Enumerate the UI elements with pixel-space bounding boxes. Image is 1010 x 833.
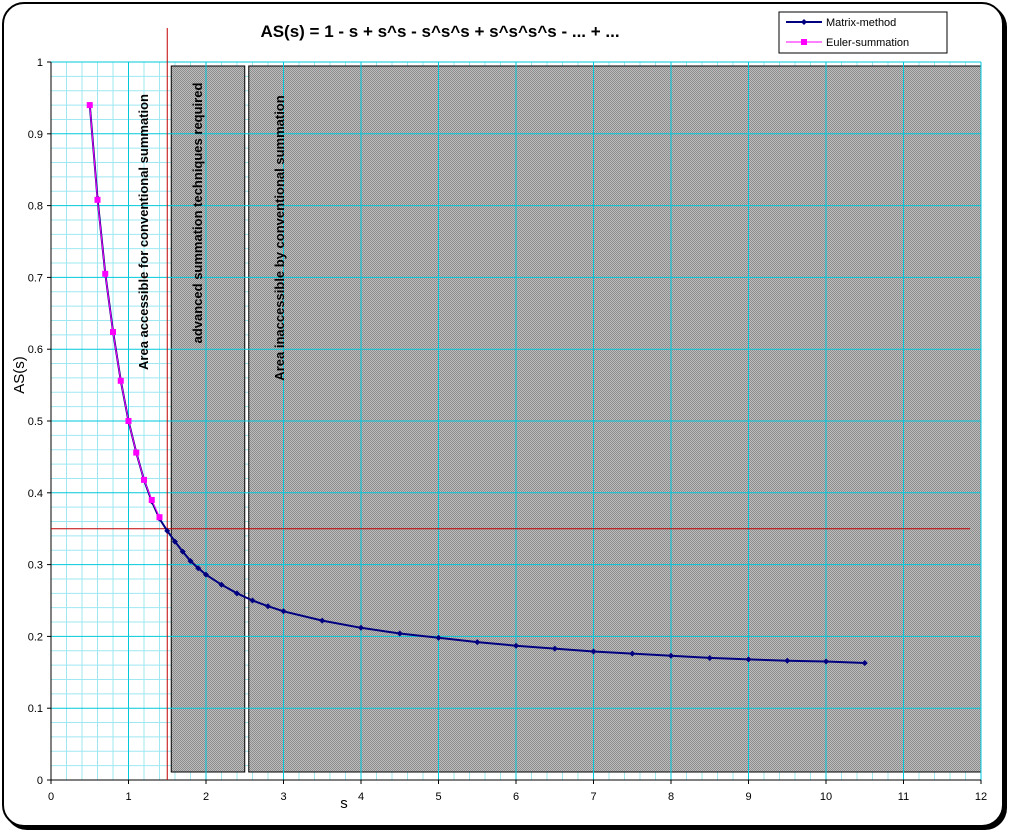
chart-svg: 0 1 2 3 4 5 6 7 8 9 10 11 1200.10.20.30.40.50.60.70.… xyxy=(11,11,987,812)
chart-title: AS(s) = 1 - s + s^s - s^s^s + s^s^s^s - … xyxy=(260,22,619,41)
data-point-euler xyxy=(156,514,163,521)
x-tick-label: 0 xyxy=(48,791,54,803)
x-tick-label: 5 xyxy=(435,791,441,803)
x-tick-label: 3 xyxy=(280,791,286,803)
shaded-region-2 xyxy=(248,65,982,773)
data-point-euler xyxy=(148,496,155,503)
legend-label-matrix: Matrix-method xyxy=(826,17,896,29)
x-tick-label: 1 xyxy=(125,791,131,803)
data-point-euler xyxy=(125,418,132,424)
legend-marker-euler xyxy=(801,39,807,45)
y-tick-label: 0 xyxy=(37,775,43,787)
x-tick-label: 2 xyxy=(203,791,209,803)
data-point-euler xyxy=(94,196,101,203)
legend-label-euler: Euler-summation xyxy=(826,37,909,49)
x-tick-label: 9 xyxy=(745,791,751,803)
y-tick-label: 0.7 xyxy=(28,272,43,284)
x-tick-label: 7 xyxy=(590,791,596,803)
y-tick-label: 0.3 xyxy=(28,560,43,572)
region-label-0: Area accessible for conventional summati… xyxy=(136,94,151,370)
data-point-euler xyxy=(117,377,124,384)
shaded-region-1 xyxy=(170,65,246,773)
x-axis-label: s xyxy=(340,795,348,812)
y-tick-label: 0.1 xyxy=(28,703,43,715)
y-tick-label: 0.8 xyxy=(28,201,43,213)
y-tick-label: 0.2 xyxy=(28,631,43,643)
data-point-euler xyxy=(86,102,93,109)
y-tick-label: 1 xyxy=(37,57,43,69)
x-tick-label: 8 xyxy=(668,791,674,803)
data-point-euler xyxy=(133,449,140,456)
data-point-euler xyxy=(141,476,147,483)
data-point-euler xyxy=(110,328,116,335)
x-tick-label: 12 xyxy=(975,791,987,803)
x-tick-label: 4 xyxy=(358,791,364,803)
regions xyxy=(170,65,982,773)
region-label-2: Area inaccessible by conventional summat… xyxy=(272,95,287,380)
y-tick-label: 0.4 xyxy=(28,488,43,500)
y-axis-label: AS(s) xyxy=(11,356,28,394)
x-tick-label: 11 xyxy=(898,791,909,803)
data-point-euler xyxy=(102,270,109,277)
y-tick-label: 0.6 xyxy=(28,344,43,356)
region-label-1: advanced summation techniques required xyxy=(190,83,205,344)
x-tick-label: 10 xyxy=(820,791,832,803)
legend: Matrix-method Euler-summation xyxy=(778,11,948,54)
y-tick-label: 0.9 xyxy=(28,129,43,141)
y-tick-label: 0.5 xyxy=(28,416,43,428)
x-tick-label: 6 xyxy=(513,791,519,803)
